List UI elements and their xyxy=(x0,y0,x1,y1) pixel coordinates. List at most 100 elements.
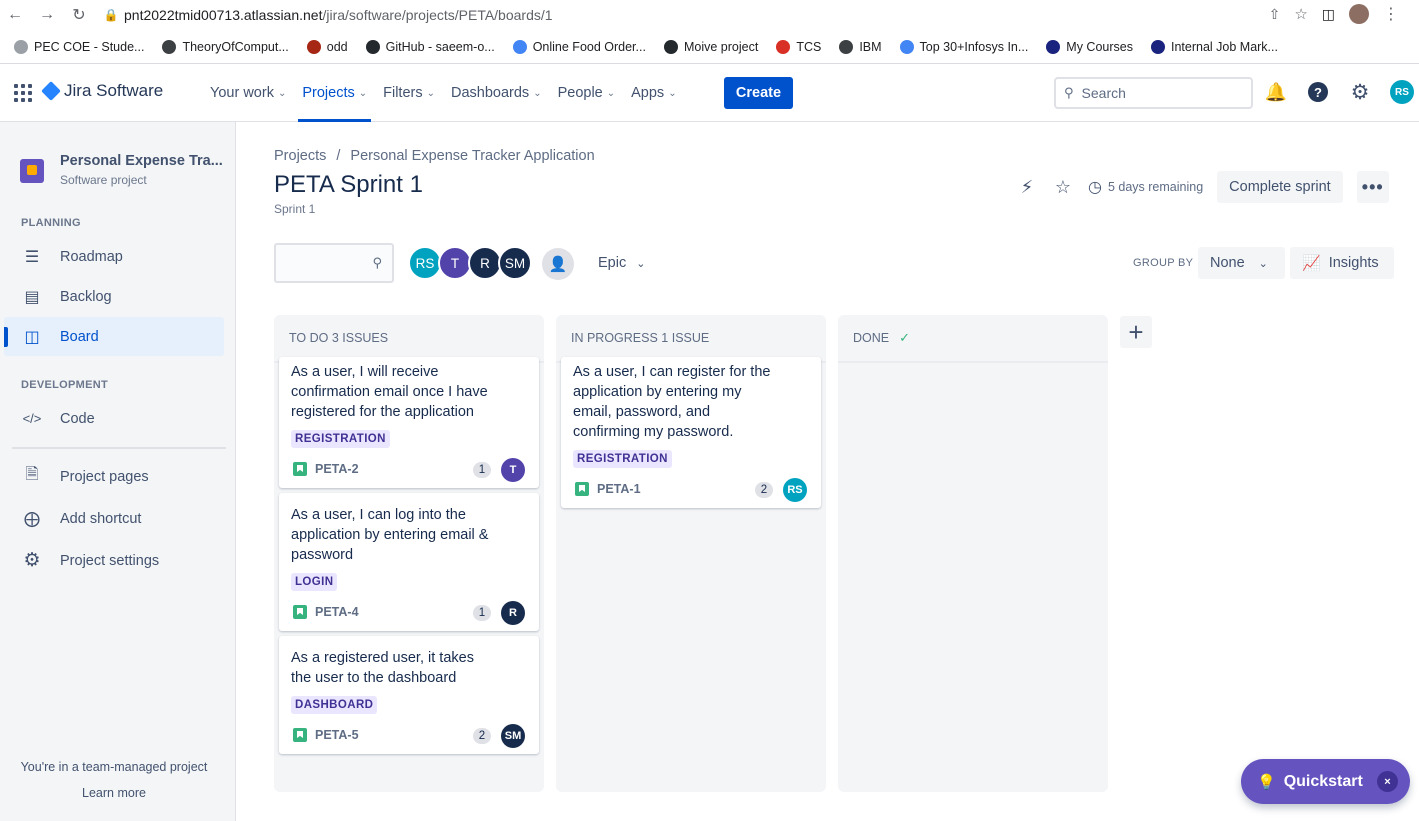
back-icon[interactable]: ← xyxy=(4,4,26,26)
sidebar-item-roadmap[interactable]: ☰ Roadmap xyxy=(4,237,224,276)
complete-sprint-button[interactable]: Complete sprint xyxy=(1217,171,1343,203)
url-host: pnt2022tmid00713.atlassian.net xyxy=(124,7,323,23)
epic-lozenge: LOGIN xyxy=(291,573,338,591)
bookmark-item[interactable]: TheoryOfComput... xyxy=(156,39,294,54)
more-actions-button[interactable]: ••• xyxy=(1356,171,1389,203)
jira-logo[interactable]: Jira Software xyxy=(41,81,163,101)
nav-dashboards[interactable]: Dashboards ⌄ xyxy=(443,64,550,122)
issue-card[interactable]: As a user, I can log into the application… xyxy=(279,493,539,631)
epic-lozenge: REGISTRATION xyxy=(291,430,390,448)
project-type: Software project xyxy=(60,173,147,187)
nav-your-work[interactable]: Your work ⌄ xyxy=(202,64,294,122)
story-icon xyxy=(575,482,589,496)
address-bar[interactable]: pnt2022tmid00713.atlassian.net/jira/soft… xyxy=(124,7,553,23)
bookmark-item[interactable]: Internal Job Mark... xyxy=(1145,39,1284,54)
page-icon: 🗎 xyxy=(25,466,39,483)
automation-lightning-icon[interactable]: ⚡ xyxy=(1016,176,1038,198)
sidebar-item-add-shortcut[interactable]: ⨁ Add shortcut xyxy=(4,499,224,538)
issue-key[interactable]: PETA-2 xyxy=(315,462,359,476)
bookmark-item[interactable]: GitHub - saeem-o... xyxy=(360,39,501,54)
bookmark-item[interactable]: Top 30+Infosys In... xyxy=(894,39,1035,54)
breadcrumb-project[interactable]: Personal Expense Tracker Application xyxy=(350,148,594,164)
assignee-avatar[interactable]: SM xyxy=(501,724,525,748)
insights-label: Insights xyxy=(1328,255,1379,271)
card-summary-line: email, password, and xyxy=(573,404,711,420)
help-icon[interactable]: ? xyxy=(1306,80,1330,104)
assignee-filter-avatar[interactable]: SM xyxy=(498,246,532,280)
project-name[interactable]: Personal Expense Tra... xyxy=(60,153,223,169)
reload-icon[interactable]: ↻ xyxy=(68,4,90,26)
forward-icon[interactable]: → xyxy=(36,4,58,26)
quickstart-button[interactable]: 💡 Quickstart × xyxy=(1241,759,1410,804)
sidebar-item-project-pages[interactable]: 🗎 Project pages xyxy=(4,457,224,496)
assignee-avatar[interactable]: R xyxy=(501,601,525,625)
sidebar-item-code[interactable]: </> Code xyxy=(4,399,224,438)
breadcrumb-projects[interactable]: Projects xyxy=(274,148,326,164)
settings-gear-icon[interactable]: ⚙ xyxy=(1348,80,1372,104)
sprint-remaining: ◷ 5 days remaining xyxy=(1088,177,1203,197)
share-icon[interactable]: ⇧ xyxy=(1269,6,1281,23)
user-avatar[interactable]: RS xyxy=(1390,80,1414,104)
sidebar-item-project-settings[interactable]: ⚙ Project settings xyxy=(4,541,224,580)
group-by-value: None xyxy=(1210,255,1245,271)
nav-filters[interactable]: Filters ⌄ xyxy=(375,64,443,122)
board-column: TO DO 3 ISSUES As a user, I will receive c… xyxy=(274,315,544,792)
card-summary-line: confirmation email once I have xyxy=(291,384,488,400)
assignee-filter-avatar[interactable]: T xyxy=(438,246,472,280)
bookmark-item[interactable]: PEC COE - Stude... xyxy=(8,39,150,54)
board-column: IN PROGRESS 1 ISSUE As a user, I can regi… xyxy=(556,315,826,792)
issue-card[interactable]: As a user, I can register for the applica… xyxy=(561,357,821,508)
issue-card[interactable]: As a registered user, it takes the user t… xyxy=(279,636,539,754)
create-button[interactable]: Create xyxy=(724,77,793,109)
close-icon[interactable]: × xyxy=(1377,771,1398,792)
search-input[interactable]: ⚲ Search xyxy=(1054,77,1253,109)
gear-icon: ⚙ xyxy=(23,550,41,571)
card-summary: As a user, I can register for the applica… xyxy=(573,362,788,442)
assignee-filter-avatar[interactable]: R xyxy=(468,246,502,280)
bookmark-item[interactable]: odd xyxy=(301,39,354,54)
bookmark-favicon-icon xyxy=(162,39,177,54)
sidebar-item-backlog[interactable]: ▤ Backlog xyxy=(4,277,224,316)
notifications-icon[interactable]: 🔔 xyxy=(1264,80,1288,104)
issue-key[interactable]: PETA-4 xyxy=(315,605,359,619)
bookmark-item[interactable]: Online Food Order... xyxy=(507,39,652,54)
card-summary: As a user, I will receive confirmation em… xyxy=(291,362,506,422)
lock-icon: 🔒 xyxy=(103,8,119,22)
star-icon[interactable]: ☆ xyxy=(1052,176,1074,198)
app-switcher-icon[interactable] xyxy=(14,84,32,102)
sidebar-divider xyxy=(12,447,226,449)
bookmark-label: TCS xyxy=(796,39,822,54)
add-people-icon[interactable]: 👤 xyxy=(542,248,574,280)
card-summary-line: password xyxy=(291,547,354,563)
story-points-badge: 1 xyxy=(473,462,491,478)
sidebar-item-board[interactable]: ◫ Board xyxy=(4,317,224,356)
assignee-avatar[interactable]: T xyxy=(501,458,525,482)
team-managed-note: You're in a team-managed project xyxy=(20,760,208,774)
bookmark-item[interactable]: My Courses xyxy=(1040,39,1139,54)
group-by-dropdown[interactable]: None ⌄ xyxy=(1198,247,1285,279)
story-icon xyxy=(293,462,307,476)
bookmark-item[interactable]: TCS xyxy=(770,39,827,54)
issue-key[interactable]: PETA-1 xyxy=(597,482,641,496)
nav-apps[interactable]: Apps ⌄ xyxy=(623,64,684,122)
bookmark-item[interactable]: Moive project xyxy=(658,39,764,54)
bookmark-label: My Courses xyxy=(1066,39,1133,54)
menu-icon[interactable]: ⋮ xyxy=(1383,4,1399,24)
nav-projects[interactable]: Projects ⌄ xyxy=(294,64,375,122)
insights-button[interactable]: 📈 Insights xyxy=(1290,247,1394,279)
issue-key[interactable]: PETA-5 xyxy=(315,728,359,742)
project-avatar-icon xyxy=(20,159,44,183)
bookmark-item[interactable]: IBM xyxy=(833,39,887,54)
add-column-button[interactable]: + xyxy=(1120,316,1152,348)
profile-avatar[interactable] xyxy=(1349,4,1369,24)
board-search-input[interactable]: ⚲ xyxy=(274,243,394,283)
bookmark-star-icon[interactable]: ☆ xyxy=(1294,5,1307,23)
top-navigation: Jira Software Your work ⌄ Projects ⌄ Filters… xyxy=(0,64,1419,122)
nav-people[interactable]: People ⌄ xyxy=(550,64,624,122)
epic-filter-dropdown[interactable]: Epic ⌄ xyxy=(590,248,653,278)
assignee-filter-avatar[interactable]: RS xyxy=(408,246,442,280)
learn-more-link[interactable]: Learn more xyxy=(0,786,228,800)
sidepanel-icon[interactable]: ◫ xyxy=(1322,6,1335,23)
issue-card[interactable]: As a user, I will receive confirmation em… xyxy=(279,357,539,488)
assignee-avatar[interactable]: RS xyxy=(783,478,807,502)
